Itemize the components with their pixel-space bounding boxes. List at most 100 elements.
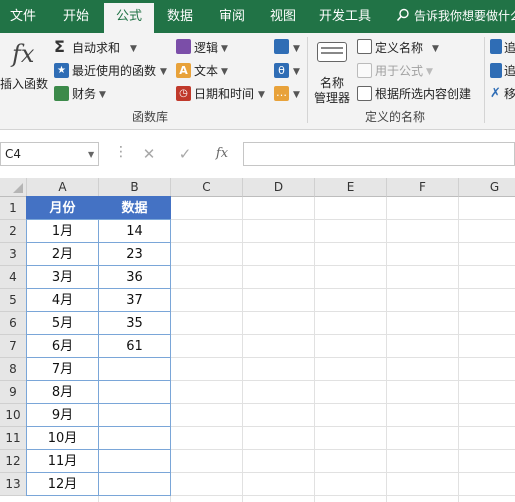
chevron-down-icon: ▼ bbox=[221, 44, 228, 54]
table-cell[interactable]: 1月 bbox=[26, 219, 99, 243]
tab-formulas[interactable]: 公式 bbox=[104, 3, 154, 33]
column-header-b[interactable]: B bbox=[99, 178, 171, 197]
table-cell[interactable]: 35 bbox=[98, 311, 171, 335]
tell-me-box[interactable]: 告诉我你想要做什么 bbox=[396, 0, 515, 33]
enter-button[interactable]: ✓ bbox=[173, 142, 197, 166]
column-header-a[interactable]: A bbox=[27, 178, 99, 197]
row-header-5[interactable]: 5 bbox=[0, 289, 27, 312]
group-separator bbox=[307, 37, 308, 123]
table-cell[interactable]: 36 bbox=[98, 265, 171, 289]
tab-data[interactable]: 数据 bbox=[158, 0, 202, 33]
row-header-6[interactable]: 6 bbox=[0, 312, 27, 335]
tab-home[interactable]: 开始 bbox=[53, 0, 99, 33]
table-cell[interactable]: 10月 bbox=[26, 426, 99, 450]
grid-select-icon bbox=[357, 86, 372, 101]
insert-function-fx-button[interactable]: fx bbox=[210, 142, 234, 166]
tell-me-text: 告诉我你想要做什么 bbox=[414, 9, 515, 23]
trace-precedents-icon bbox=[490, 39, 502, 54]
table-cell[interactable] bbox=[98, 472, 171, 496]
table-cell[interactable] bbox=[98, 449, 171, 473]
fx-icon: fx bbox=[12, 40, 35, 68]
excel-window: 文件 开始 公式 数据 审阅 视图 开发工具 告诉我你想要做什么 fx 插入函数… bbox=[0, 0, 515, 502]
chevron-down-icon: ▼ bbox=[99, 90, 106, 100]
column-header-c[interactable]: C bbox=[171, 178, 243, 197]
table-cell[interactable]: 61 bbox=[98, 334, 171, 358]
chevron-down-icon: ▼ bbox=[293, 67, 300, 77]
sigma-icon: Σ bbox=[54, 37, 65, 56]
row-header-3[interactable]: 3 bbox=[0, 243, 27, 266]
remove-arrows-icon: ✗ bbox=[490, 86, 501, 101]
chevron-down-icon: ▼ bbox=[426, 67, 433, 77]
text-label: 文本 bbox=[194, 64, 219, 78]
table-cell[interactable]: 7月 bbox=[26, 357, 99, 381]
cancel-button[interactable]: ✕ bbox=[137, 142, 161, 166]
use-in-formula-label: 用于公式 bbox=[375, 64, 424, 78]
table-header-cell[interactable]: 月份 bbox=[26, 196, 99, 220]
row-header-13[interactable]: 13 bbox=[0, 473, 27, 496]
row-header-12[interactable]: 12 bbox=[0, 450, 27, 473]
chevron-down-icon: ▼ bbox=[293, 44, 300, 54]
table-cell[interactable]: 11月 bbox=[26, 449, 99, 473]
table-cell[interactable]: 12月 bbox=[26, 472, 99, 496]
name-manager-button[interactable]: 名称 管理器 bbox=[312, 38, 354, 106]
lookup-icon bbox=[274, 39, 289, 54]
chevron-down-icon[interactable]: ▼ bbox=[88, 150, 94, 159]
row-header-7[interactable]: 7 bbox=[0, 335, 27, 358]
function-library-label: 函数库 bbox=[132, 110, 169, 124]
table-cell[interactable]: 8月 bbox=[26, 380, 99, 404]
drag-handle[interactable]: ⋮ bbox=[114, 144, 128, 160]
tab-file[interactable]: 文件 bbox=[0, 0, 46, 33]
tab-developer[interactable]: 开发工具 bbox=[313, 0, 377, 33]
ribbon-formulas: fx 插入函数 Σ 自动求和 ▼ ★ 最近使用的函数 ▼ 财务 ▼ 逻辑 ▼ A… bbox=[0, 33, 515, 130]
logical-label: 逻辑 bbox=[194, 41, 219, 55]
row-header-4[interactable]: 4 bbox=[0, 266, 27, 289]
date-time-label: 日期和时间 bbox=[194, 87, 255, 101]
recently-used-label: 最近使用的函数 bbox=[72, 64, 157, 78]
table-header-cell[interactable]: 数据 bbox=[98, 196, 171, 220]
insert-function-button[interactable]: fx 插入函数 bbox=[0, 38, 48, 98]
corner-triangle-icon bbox=[13, 183, 23, 193]
tag-icon bbox=[357, 39, 372, 54]
row-header-11[interactable]: 11 bbox=[0, 427, 27, 450]
formula-input[interactable] bbox=[243, 142, 515, 166]
row-header-9[interactable]: 9 bbox=[0, 381, 27, 404]
table-cell[interactable]: 23 bbox=[98, 242, 171, 266]
column-header-g[interactable]: G bbox=[459, 178, 515, 197]
table-cell[interactable]: 6月 bbox=[26, 334, 99, 358]
column-header-e[interactable]: E bbox=[315, 178, 387, 197]
table-cell[interactable]: 3月 bbox=[26, 265, 99, 289]
table-cell[interactable] bbox=[98, 403, 171, 427]
chevron-down-icon: ▼ bbox=[130, 44, 137, 54]
row-header-2[interactable]: 2 bbox=[0, 220, 27, 243]
book-icon bbox=[54, 86, 69, 101]
text-book-icon: A bbox=[176, 63, 191, 78]
name-box[interactable]: C4 bbox=[0, 142, 99, 166]
column-header-f[interactable]: F bbox=[387, 178, 459, 197]
table-cell[interactable] bbox=[98, 380, 171, 404]
tab-review[interactable]: 审阅 bbox=[210, 0, 254, 33]
column-header-d[interactable]: D bbox=[243, 178, 315, 197]
autosum-label: 自动求和 bbox=[72, 41, 121, 55]
more-functions-icon: … bbox=[274, 86, 289, 101]
table-cell[interactable]: 2月 bbox=[26, 242, 99, 266]
table-cell[interactable]: 4月 bbox=[26, 288, 99, 312]
star-book-icon: ★ bbox=[54, 63, 69, 78]
table-cell[interactable]: 9月 bbox=[26, 403, 99, 427]
math-icon: θ bbox=[274, 63, 289, 78]
group-separator bbox=[484, 37, 485, 123]
row-header-10[interactable]: 10 bbox=[0, 404, 27, 427]
select-all-corner[interactable] bbox=[0, 178, 27, 197]
table-cell[interactable] bbox=[98, 426, 171, 450]
trace-dependents-icon bbox=[490, 63, 502, 78]
table-cell[interactable]: 37 bbox=[98, 288, 171, 312]
formula-tag-icon bbox=[357, 63, 372, 78]
tab-view[interactable]: 视图 bbox=[261, 0, 305, 33]
trace-dependents-label: 追 bbox=[504, 64, 515, 78]
chevron-down-icon: ▼ bbox=[160, 67, 167, 77]
table-cell[interactable]: 5月 bbox=[26, 311, 99, 335]
table-cell[interactable] bbox=[98, 357, 171, 381]
row-header-1[interactable]: 1 bbox=[0, 197, 27, 220]
insert-function-label: 插入函数 bbox=[0, 77, 49, 91]
row-header-8[interactable]: 8 bbox=[0, 358, 27, 381]
table-cell[interactable]: 14 bbox=[98, 219, 171, 243]
